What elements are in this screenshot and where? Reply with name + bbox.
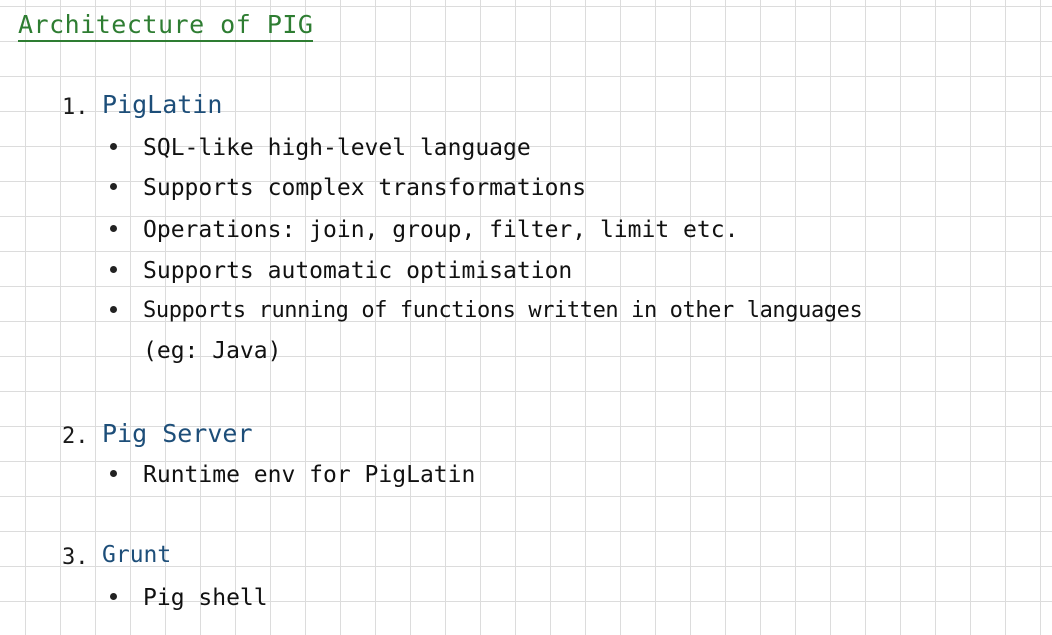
section-heading: Pig Server xyxy=(102,419,253,448)
page-title: Architecture of PIG xyxy=(18,10,314,42)
list-item-text: Pig shell xyxy=(143,585,268,611)
list-item-text: Supports automatic optimisation xyxy=(143,258,573,284)
section-heading: PigLatin xyxy=(102,90,223,119)
section-heading: Grunt xyxy=(102,542,172,568)
list-item: Pig shell xyxy=(110,585,268,611)
bullet-icon xyxy=(110,470,117,477)
list-item-text: Runtime env for PigLatin xyxy=(143,462,476,488)
section-number: 3. xyxy=(62,545,89,570)
bullet-icon xyxy=(110,143,117,150)
list-item: Operations: join, group, filter, limit e… xyxy=(110,217,738,243)
bullet-icon xyxy=(110,266,117,273)
bullet-icon xyxy=(110,183,117,190)
bullet-icon xyxy=(110,593,117,600)
bullet-icon xyxy=(110,305,117,313)
bullet-icon xyxy=(110,225,117,232)
section-number: 1. xyxy=(62,95,89,120)
list-item: SQL-like high-level language xyxy=(110,135,531,161)
section-number: 2. xyxy=(62,424,89,449)
list-item: Supports running of functions written in… xyxy=(110,298,863,323)
list-item: Supports automatic optimisation xyxy=(110,258,572,284)
list-item-text: Supports complex transformations xyxy=(143,175,587,201)
list-item-text: SQL-like high-level language xyxy=(143,135,531,161)
list-item: Supports complex transformations xyxy=(110,175,586,201)
list-item: Runtime env for PigLatin xyxy=(110,462,475,488)
list-item-continuation: (eg: Java) xyxy=(143,338,282,364)
list-item-text: Operations: join, group, filter, limit e… xyxy=(143,217,739,243)
list-item-text: Supports running of functions written in… xyxy=(143,298,863,323)
